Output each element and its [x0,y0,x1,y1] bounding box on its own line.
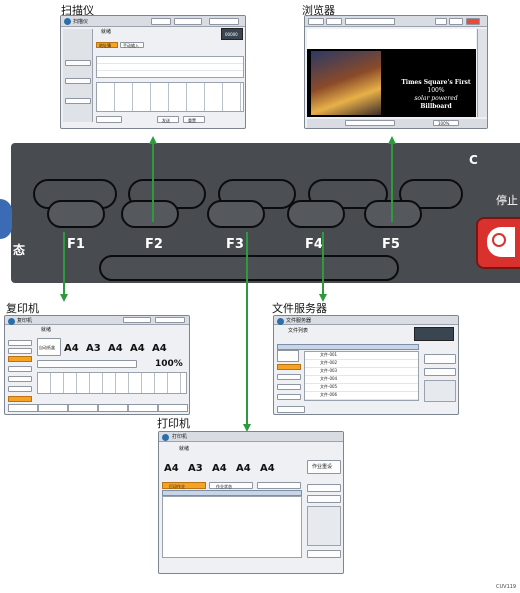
diagram: 扫描仪 浏览器 复印机 文件服务器 打印机 CUV119 扫描仪 就绪 0000… [0,0,520,593]
arrows-layer [60,136,396,432]
